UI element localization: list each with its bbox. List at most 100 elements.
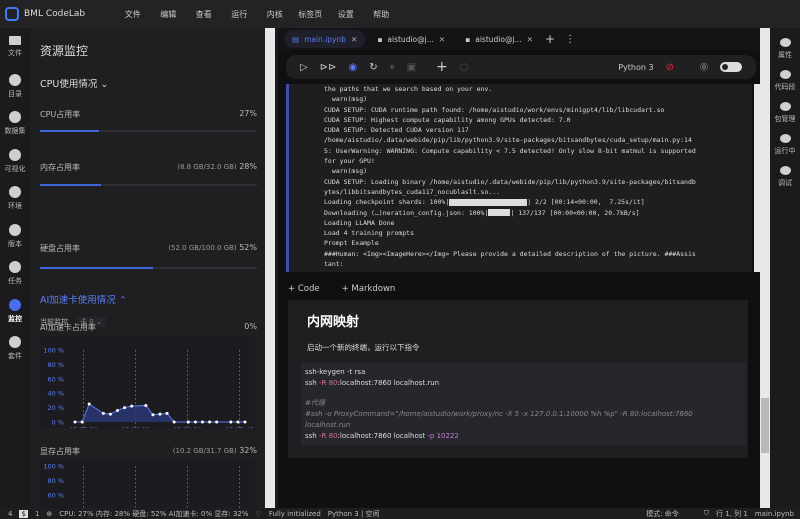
- sidebar-item-3[interactable]: 可视化: [5, 141, 26, 179]
- sidebar-item-label: 环境: [8, 202, 22, 210]
- new-tab-plus-icon[interactable]: +: [545, 32, 555, 46]
- menu-edit[interactable]: 编辑: [151, 9, 187, 20]
- debug-icon[interactable]: ⓪: [700, 62, 708, 73]
- shield-icon[interactable]: ⛉: [704, 509, 709, 518]
- right-item-label: 调试: [778, 179, 792, 187]
- tab-terminal-1[interactable]: ▪ aistudio@j... ✕: [369, 30, 453, 48]
- menu-help[interactable]: 帮助: [364, 9, 400, 20]
- menu-view[interactable]: 查看: [186, 9, 222, 20]
- ai-section-toggle[interactable]: AI加速卡使用情况 ⌃: [40, 292, 127, 306]
- disk-usage-fill: [40, 267, 153, 269]
- scrollbar-thumb[interactable]: [761, 398, 769, 453]
- vram-usage-row: 显存占用率 (10.2 GB/31.7 GB) 32%: [40, 446, 257, 457]
- notebook-scrollbar[interactable]: [760, 28, 770, 508]
- run-cell-icon[interactable]: ◉: [348, 62, 357, 73]
- right-item-2[interactable]: 包管理: [775, 92, 796, 124]
- sidebar-item-6[interactable]: 任务: [8, 253, 22, 291]
- data-point: [186, 420, 190, 424]
- status-count-1: 4: [8, 509, 13, 518]
- code-comment: localhost.run: [305, 420, 351, 429]
- cpu-section-toggle[interactable]: CPU使用情况 ⌄: [40, 76, 108, 90]
- output-line: CUDA SETUP: Detected CUDA version 117: [324, 126, 469, 135]
- progress-bar: [488, 209, 511, 217]
- output-line: for your GPU!: [324, 157, 375, 166]
- code-line: ssh-keygen -t rsa: [305, 368, 366, 376]
- menu-run[interactable]: 运行: [222, 9, 258, 20]
- disk-label: 硬盘占用率: [40, 244, 80, 253]
- kernel-icon[interactable]: ⊕: [46, 510, 52, 518]
- data-point: [116, 408, 119, 412]
- package-icon: [779, 102, 791, 111]
- data-point: [243, 420, 247, 424]
- env-icon: [9, 186, 21, 198]
- menu-tabs[interactable]: 标签页: [293, 9, 329, 20]
- menu-settings[interactable]: 设置: [328, 9, 364, 20]
- tab-label: aistudio@j...: [387, 34, 434, 44]
- y-tick-label: 60 %: [47, 491, 64, 499]
- memory-detail: (8.8 GB/32.0 GB): [177, 163, 237, 171]
- sidebar-item-4[interactable]: 环境: [8, 178, 22, 216]
- status-circle-icon: ○: [459, 61, 469, 73]
- toggle-switch[interactable]: [720, 62, 742, 72]
- y-tick-label: 20 %: [47, 404, 64, 412]
- data-point: [201, 420, 204, 424]
- code-line: ssh -R 80:localhost:7860 localhost -p 10…: [305, 431, 459, 440]
- restart-icon[interactable]: ↻: [369, 62, 377, 73]
- tab-bar: ▤ main.ipynb ✕ ▪ aistudio@j... ✕ ▪ aistudio@j…: [278, 28, 760, 50]
- sidebar-item-7[interactable]: 监控: [8, 291, 22, 329]
- debug-icon: [779, 166, 791, 175]
- progress-line: Loading checkpoint shards: 100%| | 2/2 [0…: [324, 198, 645, 207]
- menu-kernel[interactable]: 内核: [257, 9, 293, 20]
- close-icon[interactable]: ✕: [351, 35, 357, 44]
- save-icon[interactable]: ▣: [407, 62, 416, 73]
- tab-terminal-2[interactable]: ▪ aistudio@j... ✕: [457, 30, 541, 48]
- sidebar-item-0[interactable]: 文件: [8, 28, 22, 66]
- close-icon[interactable]: ✕: [527, 35, 533, 44]
- sidebar-item-5[interactable]: 版本: [8, 216, 22, 254]
- add-markdown-label: Markdown: [351, 284, 396, 294]
- sidebar-item-8[interactable]: 套件: [8, 328, 22, 366]
- memory-usage-fill: [40, 184, 101, 186]
- notebook-area: ▤ main.ipynb ✕ ▪ aistudio@j... ✕ ▪ aistudio@j…: [278, 28, 764, 508]
- add-cell-row: + Code + Markdown: [288, 284, 395, 294]
- output-line: warn(msg): [324, 95, 368, 104]
- close-icon[interactable]: ✕: [439, 35, 445, 44]
- x-tick-label: 07:56:59: [173, 426, 202, 428]
- kernel-name[interactable]: Python 3: [618, 63, 653, 72]
- right-item-1[interactable]: 代码段: [775, 60, 796, 92]
- kernel-status[interactable]: Python 3 | 空闲: [328, 509, 380, 519]
- sidebar-item-1[interactable]: 目录: [8, 66, 22, 104]
- running-icon: [779, 134, 791, 143]
- output-line: CUDA SETUP: Highest compute capability a…: [324, 115, 571, 124]
- add-cell-icon[interactable]: +: [436, 59, 448, 75]
- run-all-icon[interactable]: ⊳⊳: [320, 62, 337, 73]
- tab-label: main.ipynb: [304, 34, 347, 44]
- memory-value: 28%: [239, 162, 257, 171]
- y-tick-label: 100 %: [43, 463, 64, 471]
- right-item-4[interactable]: 调试: [778, 156, 792, 188]
- toc-icon: [9, 73, 21, 86]
- sidebar-item-2[interactable]: 数据集: [5, 103, 26, 141]
- panel-scrollbar[interactable]: [265, 28, 275, 508]
- tab-main-ipynb[interactable]: ▤ main.ipynb ✕: [284, 30, 366, 48]
- snippet-icon: [779, 70, 791, 79]
- dataset-icon: [9, 111, 21, 123]
- pause-icon[interactable]: ⏸: [390, 62, 395, 73]
- terminal-icon[interactable]: $: [19, 509, 28, 518]
- sidebar-item-label: 数据集: [4, 127, 26, 135]
- right-item-label: 包管理: [774, 115, 796, 123]
- more-icon[interactable]: ⋮: [565, 34, 575, 45]
- chevron-down-icon: ⌄: [100, 79, 109, 90]
- run-icon[interactable]: ▷: [300, 62, 308, 73]
- markdown-cell[interactable]: 内网映射 启动一个新的终端，运行以下指令 ssh-keygen -t rsa s…: [288, 300, 748, 458]
- right-item-0[interactable]: 属性: [778, 28, 792, 60]
- data-point: [215, 420, 219, 424]
- logo-icon: [5, 7, 19, 21]
- initialized-icon: ♡: [255, 509, 262, 518]
- disk-usage-bar: [40, 267, 257, 269]
- output-line: CUDA SETUP: CUDA runtime path found: /ho…: [324, 105, 665, 114]
- right-item-3[interactable]: 运行中: [775, 124, 796, 156]
- add-markdown-button[interactable]: + Markdown: [342, 284, 396, 294]
- menu-file[interactable]: 文件: [115, 9, 151, 20]
- add-code-button[interactable]: + Code: [288, 284, 320, 294]
